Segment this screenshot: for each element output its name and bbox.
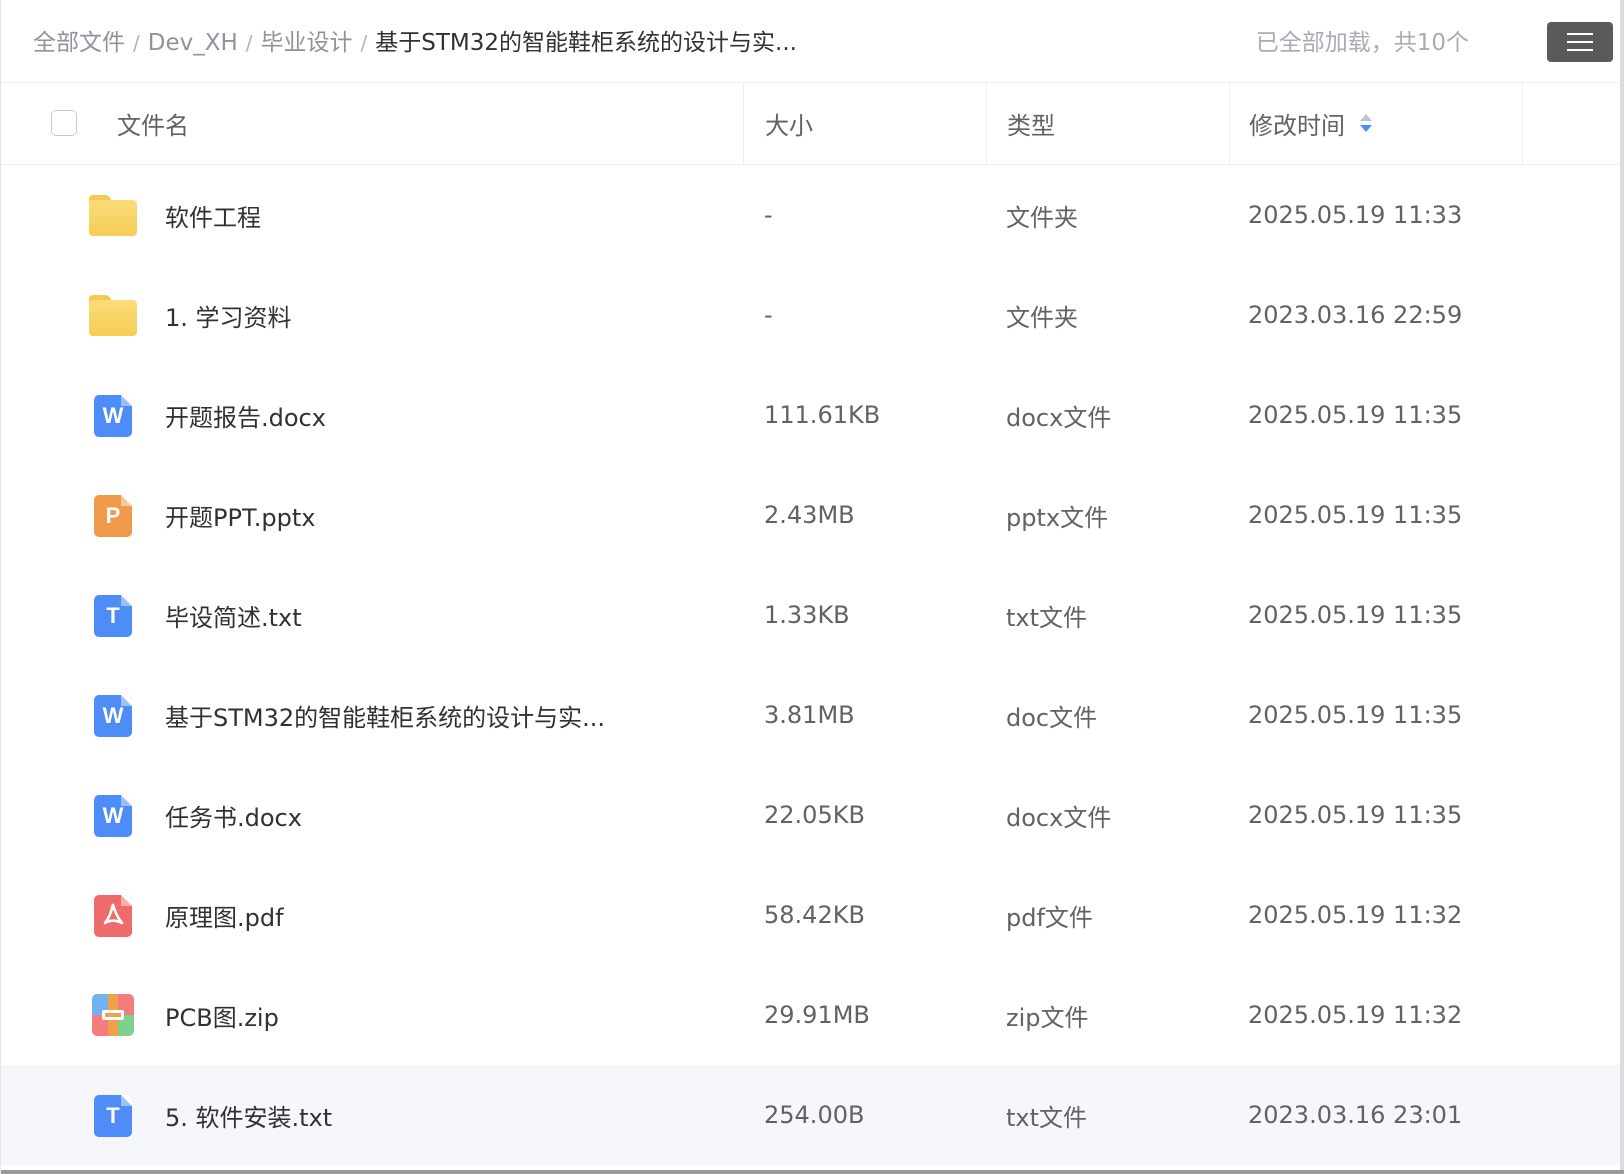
breadcrumb-separator: / xyxy=(360,31,368,55)
table-row[interactable]: 1. 学习资料 - 文件夹 2023.03.16 22:59 xyxy=(1,265,1621,365)
file-type: 文件夹 xyxy=(1006,303,1078,332)
file-name[interactable]: 基于STM32的智能鞋柜系统的设计与实... xyxy=(165,665,605,765)
sort-caret-icon[interactable] xyxy=(1359,112,1373,136)
breadcrumb-item-graduation-design[interactable]: 毕业设计 xyxy=(261,30,353,56)
column-header-size-label: 大小 xyxy=(765,112,813,140)
file-name[interactable]: 5. 软件安装.txt xyxy=(165,1065,332,1165)
table-row[interactable]: P 开题PPT.pptx 2.43MB pptx文件 2025.05.19 11… xyxy=(1,465,1621,565)
file-type: doc文件 xyxy=(1006,703,1098,732)
file-size: - xyxy=(764,301,773,329)
column-header-spacer xyxy=(1522,83,1621,164)
select-all-checkbox[interactable] xyxy=(51,110,77,136)
txt-file-icon: T xyxy=(94,1095,132,1137)
file-size: 2.43MB xyxy=(764,501,855,529)
breadcrumb-item-current: 基于STM32的智能鞋柜系统的设计与实... xyxy=(375,30,797,56)
file-size: 58.42KB xyxy=(764,901,865,929)
file-browser-window: 全部文件 / Dev_XH / 毕业设计 / 基于STM32的智能鞋柜系统的设计与实... … xyxy=(0,0,1624,1174)
hamburger-menu-icon xyxy=(1567,32,1593,52)
scrollbar-track[interactable] xyxy=(1620,0,1624,1174)
table-row[interactable]: 软件工程 - 文件夹 2025.05.19 11:33 xyxy=(1,165,1621,265)
folder-icon xyxy=(87,191,139,239)
breadcrumb-item-root[interactable]: 全部文件 xyxy=(33,30,125,56)
file-list: 软件工程 - 文件夹 2025.05.19 11:33 1. 学习资料 - 文件… xyxy=(1,165,1621,1165)
table-row[interactable]: 原理图.pdf 58.42KB pdf文件 2025.05.19 11:32 xyxy=(1,865,1621,965)
table-row[interactable]: T 毕设简述.txt 1.33KB txt文件 2025.05.19 11:35 xyxy=(1,565,1621,665)
breadcrumb: 全部文件 / Dev_XH / 毕业设计 / 基于STM32的智能鞋柜系统的设计与实... xyxy=(33,24,797,62)
file-type: 文件夹 xyxy=(1006,203,1078,232)
column-header-type-label: 类型 xyxy=(1007,112,1055,140)
table-row[interactable]: W 任务书.docx 22.05KB docx文件 2025.05.19 11:… xyxy=(1,765,1621,865)
file-size: 22.05KB xyxy=(764,801,865,829)
column-header-name[interactable]: 文件名 xyxy=(117,83,743,164)
txt-file-icon: T xyxy=(94,595,132,637)
word-file-icon: W xyxy=(94,695,132,737)
file-modified: 2025.05.19 11:32 xyxy=(1248,1001,1463,1029)
column-header-modified[interactable]: 修改时间 xyxy=(1229,83,1522,164)
breadcrumb-separator: / xyxy=(245,31,253,55)
menu-button[interactable] xyxy=(1547,22,1613,62)
zip-file-icon xyxy=(92,994,134,1036)
table-row[interactable]: W 开题报告.docx 111.61KB docx文件 2025.05.19 1… xyxy=(1,365,1621,465)
file-size: - xyxy=(764,201,773,229)
file-size: 29.91MB xyxy=(764,1001,870,1029)
file-modified: 2025.05.19 11:35 xyxy=(1248,801,1463,829)
file-modified: 2025.05.19 11:33 xyxy=(1248,201,1463,229)
file-modified: 2023.03.16 22:59 xyxy=(1248,301,1463,329)
file-name[interactable]: 原理图.pdf xyxy=(165,865,284,965)
file-type: zip文件 xyxy=(1006,1003,1089,1032)
file-type: txt文件 xyxy=(1006,603,1088,632)
file-modified: 2025.05.19 11:35 xyxy=(1248,501,1463,529)
column-header-modified-label: 修改时间 xyxy=(1249,112,1345,140)
file-type: txt文件 xyxy=(1006,1103,1088,1132)
file-name[interactable]: 任务书.docx xyxy=(165,765,302,865)
file-name[interactable]: 软件工程 xyxy=(165,165,261,265)
column-header-type[interactable]: 类型 xyxy=(986,83,1229,164)
file-name[interactable]: PCB图.zip xyxy=(165,965,279,1065)
file-modified: 2023.03.16 23:01 xyxy=(1248,1101,1463,1129)
file-modified: 2025.05.19 11:35 xyxy=(1248,701,1463,729)
breadcrumb-separator: / xyxy=(133,31,140,55)
file-name[interactable]: 开题PPT.pptx xyxy=(165,465,315,565)
ppt-file-icon: P xyxy=(94,495,132,537)
table-header: 文件名 大小 类型 修改时间 xyxy=(1,83,1621,165)
file-size: 1.33KB xyxy=(764,601,850,629)
file-size: 3.81MB xyxy=(764,701,855,729)
file-type: docx文件 xyxy=(1006,803,1112,832)
column-header-size[interactable]: 大小 xyxy=(743,83,986,164)
file-modified: 2025.05.19 11:35 xyxy=(1248,601,1463,629)
file-name[interactable]: 开题报告.docx xyxy=(165,365,326,465)
word-file-icon: W xyxy=(94,395,132,437)
file-size: 254.00B xyxy=(764,1101,865,1129)
folder-icon xyxy=(87,291,139,339)
file-name[interactable]: 1. 学习资料 xyxy=(165,265,292,365)
column-header-name-label: 文件名 xyxy=(117,112,189,140)
toolbar: 全部文件 / Dev_XH / 毕业设计 / 基于STM32的智能鞋柜系统的设计与实... … xyxy=(1,0,1621,83)
bottom-border xyxy=(1,1170,1624,1174)
file-modified: 2025.05.19 11:35 xyxy=(1248,401,1463,429)
pdf-file-icon xyxy=(94,895,132,937)
file-modified: 2025.05.19 11:32 xyxy=(1248,901,1463,929)
table-row[interactable]: T 5. 软件安装.txt 254.00B txt文件 2023.03.16 2… xyxy=(1,1065,1621,1165)
word-file-icon: W xyxy=(94,795,132,837)
file-name[interactable]: 毕设简述.txt xyxy=(165,565,302,665)
breadcrumb-item-dev-xh[interactable]: Dev_XH xyxy=(148,30,238,56)
sort-ascending-icon xyxy=(1360,113,1372,121)
file-size: 111.61KB xyxy=(764,401,881,429)
file-type: pdf文件 xyxy=(1006,903,1093,932)
table-row[interactable]: W 基于STM32的智能鞋柜系统的设计与实... 3.81MB doc文件 20… xyxy=(1,665,1621,765)
load-status-text: 已全部加载，共10个 xyxy=(1255,30,1469,56)
file-type: docx文件 xyxy=(1006,403,1112,432)
sort-descending-icon xyxy=(1360,124,1372,132)
table-row[interactable]: PCB图.zip 29.91MB zip文件 2025.05.19 11:32 xyxy=(1,965,1621,1065)
file-type: pptx文件 xyxy=(1006,503,1109,532)
